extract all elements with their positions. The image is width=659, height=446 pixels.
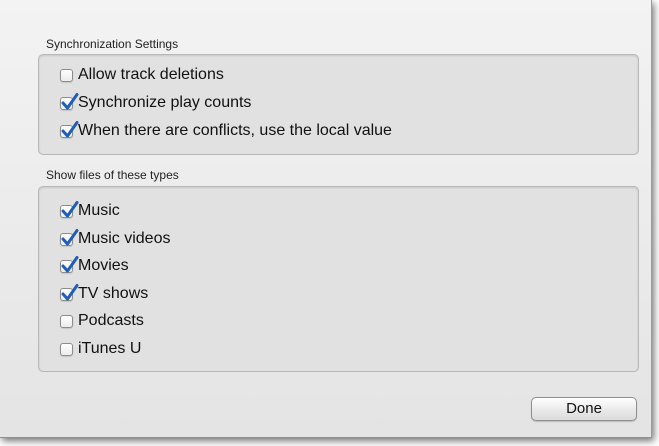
option-label: Music videos [78, 230, 171, 247]
option-label: Allow track deletions [78, 66, 224, 83]
option-label: iTunes U [78, 340, 142, 357]
option-itunes-u[interactable]: iTunes U [60, 339, 141, 359]
file-types-title: Show files of these types [46, 168, 179, 182]
checkbox[interactable] [60, 68, 73, 82]
checkbox[interactable] [60, 342, 73, 356]
checkbox[interactable] [60, 120, 79, 138]
option-movies[interactable]: Movies [60, 255, 129, 276]
checkmark-icon [61, 200, 79, 217]
checkmark-icon [61, 120, 79, 137]
option-label: Podcasts [78, 312, 144, 329]
option-synchronize-play-counts[interactable]: Synchronize play counts [60, 92, 252, 113]
done-button[interactable]: Done [531, 397, 637, 421]
checkbox[interactable] [60, 228, 79, 246]
checkmark-icon [61, 92, 79, 109]
checkbox[interactable] [60, 283, 79, 301]
sync-settings-title: Synchronization Settings [46, 37, 179, 51]
option-conflicts-use-local-value[interactable]: When there are conflicts, use the local … [60, 120, 392, 141]
checkmark-icon [61, 255, 79, 272]
checkmark-icon [61, 228, 79, 245]
option-tv-shows[interactable]: TV shows [60, 283, 149, 304]
option-music[interactable]: Music [60, 200, 120, 221]
option-label: When there are conflicts, use the local … [78, 122, 392, 139]
option-label: Synchronize play counts [78, 94, 252, 111]
checkbox[interactable] [60, 314, 73, 328]
checkbox[interactable] [60, 255, 79, 273]
option-music-videos[interactable]: Music videos [60, 228, 171, 249]
option-label: TV shows [78, 285, 149, 302]
checkbox[interactable] [60, 200, 79, 218]
option-label: Music [78, 202, 120, 219]
settings-sheet: Synchronization Settings Allow track del… [0, 0, 652, 438]
option-podcasts[interactable]: Podcasts [60, 311, 144, 331]
option-allow-track-deletions[interactable]: Allow track deletions [60, 65, 224, 85]
checkbox[interactable] [60, 92, 79, 110]
option-label: Movies [78, 257, 129, 274]
checkmark-icon [61, 283, 79, 300]
